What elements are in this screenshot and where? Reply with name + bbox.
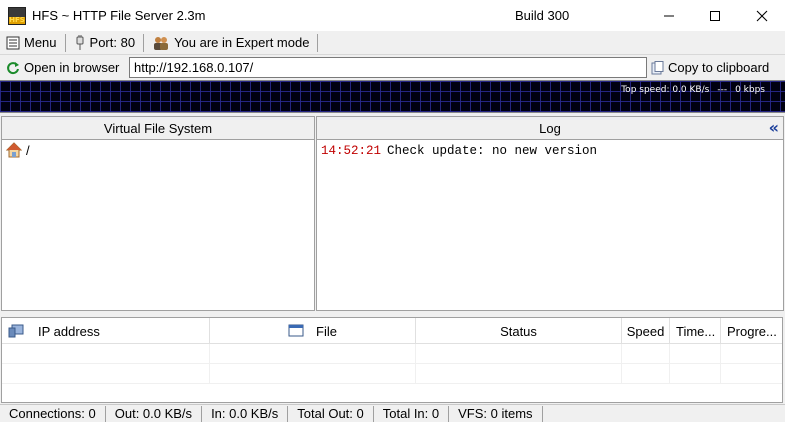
status-vfs: VFS: 0 items	[449, 405, 543, 422]
column-speed[interactable]: Speed	[622, 318, 670, 344]
vfs-root-label: /	[26, 142, 30, 158]
vfs-title: Virtual File System	[103, 120, 213, 136]
status-total-in: Total In: 0	[374, 405, 450, 422]
computer-icon	[8, 324, 24, 338]
log-panel: Log « 14:52:21 Check update: no new versi…	[316, 116, 784, 311]
vfs-panel: Virtual File System /	[1, 116, 315, 311]
column-progress[interactable]: Progre...	[721, 318, 782, 344]
log-entry[interactable]: 14:52:21 Check update: no new version	[317, 140, 783, 162]
file-window-icon	[288, 324, 304, 337]
status-bar: Connections: 0 Out: 0.0 KB/s In: 0.0 KB/…	[0, 404, 785, 422]
plug-icon	[76, 34, 84, 50]
users-icon	[154, 36, 169, 50]
app-icon-text: HFS	[9, 15, 25, 24]
column-time[interactable]: Time...	[670, 318, 721, 344]
hfs-app-icon[interactable]: HFS	[8, 6, 26, 25]
status-connections: Connections: 0	[0, 405, 106, 422]
maximize-icon	[710, 10, 720, 21]
close-icon	[756, 10, 768, 21]
column-speed-label: Speed	[626, 323, 665, 339]
status-in: In: 0.0 KB/s	[202, 405, 289, 422]
minimize-button[interactable]	[646, 0, 692, 31]
vfs-root-item[interactable]: /	[2, 140, 314, 160]
clipboard-icon	[651, 60, 664, 74]
open-in-browser-button[interactable]: Open in browser	[0, 57, 125, 79]
mode-label: You are in Expert mode	[174, 35, 310, 50]
column-time-label: Time...	[676, 323, 716, 339]
open-in-browser-label: Open in browser	[24, 60, 120, 75]
window-title: HFS ~ HTTP File Server 2.3m	[32, 8, 206, 23]
main-toolbar: Menu Port: 80 You are in Expert mode	[0, 31, 785, 55]
copy-to-clipboard-button[interactable]: Copy to clipboard	[650, 57, 769, 78]
toolbar-separator	[64, 33, 66, 52]
maximize-button[interactable]	[692, 0, 738, 31]
column-status-label: Status	[500, 323, 537, 339]
log-title: Log	[539, 120, 561, 136]
column-ip-address[interactable]: IP address	[2, 318, 210, 344]
refresh-arrow-icon	[7, 61, 19, 74]
toolbar-separator	[317, 33, 319, 52]
column-ip-label: IP address	[38, 323, 100, 339]
connections-list[interactable]: IP address File Status Speed Time... Pro…	[1, 317, 783, 403]
home-icon	[6, 142, 22, 158]
column-file[interactable]: File	[210, 318, 416, 344]
top-speed-label: Top speed: 0.0 KB/s	[621, 85, 710, 95]
toolbar-separator	[143, 33, 145, 52]
graph-readout: Top speed: 0.0 KB/s --- 0 kbps	[621, 85, 765, 95]
log-entry-message: Check update: no new version	[387, 144, 598, 158]
status-total-out: Total Out: 0	[288, 405, 374, 422]
log-entry-time: 14:52:21	[321, 144, 382, 158]
copy-to-clipboard-label: Copy to clipboard	[668, 60, 770, 75]
menu-button[interactable]: Menu	[0, 32, 63, 54]
bandwidth-graph[interactable]: Top speed: 0.0 KB/s --- 0 kbps	[0, 80, 785, 113]
vfs-header: Virtual File System	[2, 117, 314, 140]
list-row-empty	[2, 344, 782, 364]
close-button[interactable]	[739, 0, 785, 31]
column-file-label: File	[316, 323, 337, 339]
minimize-icon	[664, 15, 674, 16]
column-progress-label: Progre...	[727, 323, 777, 339]
list-row-empty	[2, 364, 782, 384]
menu-label: Menu	[24, 35, 57, 50]
column-status[interactable]: Status	[416, 318, 622, 344]
port-label: Port: 80	[89, 35, 136, 50]
port-button[interactable]: Port: 80	[68, 32, 142, 54]
url-field[interactable]	[129, 57, 647, 78]
status-out: Out: 0.0 KB/s	[106, 405, 203, 422]
kbps-label: 0 kbps	[735, 85, 765, 95]
collapse-icon[interactable]: «	[769, 119, 779, 137]
expert-mode-button[interactable]: You are in Expert mode	[146, 32, 315, 54]
log-header: Log «	[317, 117, 783, 140]
connections-header: IP address File Status Speed Time... Pro…	[2, 318, 782, 344]
graph-separator: ---	[717, 85, 728, 95]
build-label: Build 300	[515, 8, 570, 23]
menu-icon	[6, 36, 20, 49]
